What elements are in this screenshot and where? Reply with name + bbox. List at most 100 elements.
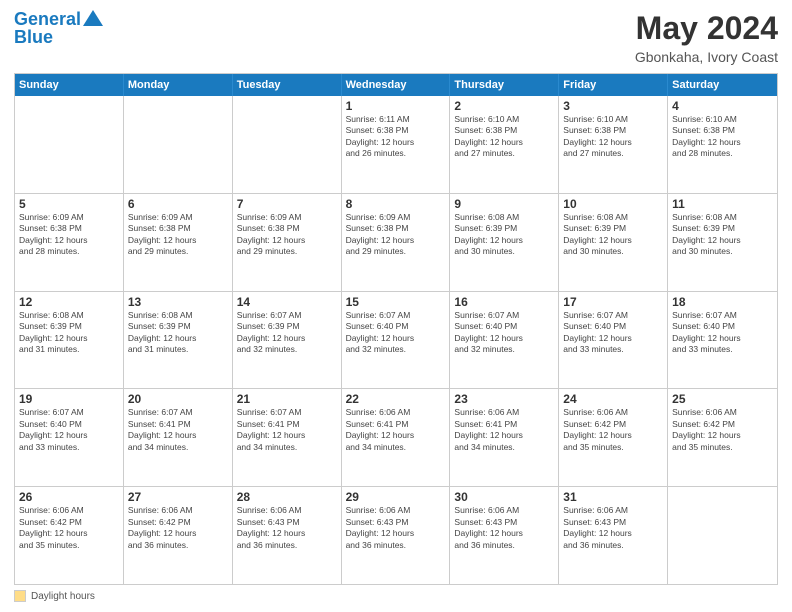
calendar-cell: 19Sunrise: 6:07 AM Sunset: 6:40 PM Dayli… <box>15 389 124 486</box>
day-number: 8 <box>346 197 446 211</box>
calendar-cell: 30Sunrise: 6:06 AM Sunset: 6:43 PM Dayli… <box>450 487 559 584</box>
day-number: 6 <box>128 197 228 211</box>
day-info: Sunrise: 6:06 AM Sunset: 6:42 PM Dayligh… <box>672 407 773 453</box>
calendar-week-3: 12Sunrise: 6:08 AM Sunset: 6:39 PM Dayli… <box>15 291 777 389</box>
day-info: Sunrise: 6:07 AM Sunset: 6:41 PM Dayligh… <box>128 407 228 453</box>
calendar-cell: 14Sunrise: 6:07 AM Sunset: 6:39 PM Dayli… <box>233 292 342 389</box>
day-number: 29 <box>346 490 446 504</box>
calendar-cell: 17Sunrise: 6:07 AM Sunset: 6:40 PM Dayli… <box>559 292 668 389</box>
calendar-cell <box>15 96 124 193</box>
calendar-cell: 1Sunrise: 6:11 AM Sunset: 6:38 PM Daylig… <box>342 96 451 193</box>
calendar-cell: 22Sunrise: 6:06 AM Sunset: 6:41 PM Dayli… <box>342 389 451 486</box>
calendar-week-1: 1Sunrise: 6:11 AM Sunset: 6:38 PM Daylig… <box>15 96 777 193</box>
calendar-cell: 10Sunrise: 6:08 AM Sunset: 6:39 PM Dayli… <box>559 194 668 291</box>
day-number: 30 <box>454 490 554 504</box>
calendar-cell: 21Sunrise: 6:07 AM Sunset: 6:41 PM Dayli… <box>233 389 342 486</box>
day-number: 12 <box>19 295 119 309</box>
weekday-header-saturday: Saturday <box>668 74 777 96</box>
calendar-cell: 15Sunrise: 6:07 AM Sunset: 6:40 PM Dayli… <box>342 292 451 389</box>
day-number: 21 <box>237 392 337 406</box>
day-number: 15 <box>346 295 446 309</box>
day-number: 4 <box>672 99 773 113</box>
calendar-cell: 24Sunrise: 6:06 AM Sunset: 6:42 PM Dayli… <box>559 389 668 486</box>
logo: General Blue <box>14 10 103 48</box>
day-info: Sunrise: 6:06 AM Sunset: 6:43 PM Dayligh… <box>346 505 446 551</box>
day-info: Sunrise: 6:10 AM Sunset: 6:38 PM Dayligh… <box>563 114 663 160</box>
day-info: Sunrise: 6:06 AM Sunset: 6:41 PM Dayligh… <box>346 407 446 453</box>
calendar-cell: 29Sunrise: 6:06 AM Sunset: 6:43 PM Dayli… <box>342 487 451 584</box>
calendar-cell: 12Sunrise: 6:08 AM Sunset: 6:39 PM Dayli… <box>15 292 124 389</box>
calendar-cell <box>124 96 233 193</box>
calendar-cell: 8Sunrise: 6:09 AM Sunset: 6:38 PM Daylig… <box>342 194 451 291</box>
calendar-cell: 28Sunrise: 6:06 AM Sunset: 6:43 PM Dayli… <box>233 487 342 584</box>
day-info: Sunrise: 6:09 AM Sunset: 6:38 PM Dayligh… <box>128 212 228 258</box>
calendar-cell: 7Sunrise: 6:09 AM Sunset: 6:38 PM Daylig… <box>233 194 342 291</box>
calendar-body: 1Sunrise: 6:11 AM Sunset: 6:38 PM Daylig… <box>15 96 777 584</box>
weekday-header-monday: Monday <box>124 74 233 96</box>
calendar-week-5: 26Sunrise: 6:06 AM Sunset: 6:42 PM Dayli… <box>15 486 777 584</box>
day-number: 9 <box>454 197 554 211</box>
calendar-cell <box>233 96 342 193</box>
calendar-cell: 3Sunrise: 6:10 AM Sunset: 6:38 PM Daylig… <box>559 96 668 193</box>
calendar-cell: 11Sunrise: 6:08 AM Sunset: 6:39 PM Dayli… <box>668 194 777 291</box>
calendar-cell: 25Sunrise: 6:06 AM Sunset: 6:42 PM Dayli… <box>668 389 777 486</box>
day-info: Sunrise: 6:06 AM Sunset: 6:43 PM Dayligh… <box>454 505 554 551</box>
daylight-dot <box>14 590 26 602</box>
day-number: 2 <box>454 99 554 113</box>
day-number: 23 <box>454 392 554 406</box>
day-info: Sunrise: 6:10 AM Sunset: 6:38 PM Dayligh… <box>454 114 554 160</box>
calendar-cell: 9Sunrise: 6:08 AM Sunset: 6:39 PM Daylig… <box>450 194 559 291</box>
weekday-header-sunday: Sunday <box>15 74 124 96</box>
day-info: Sunrise: 6:07 AM Sunset: 6:41 PM Dayligh… <box>237 407 337 453</box>
day-number: 13 <box>128 295 228 309</box>
day-info: Sunrise: 6:07 AM Sunset: 6:40 PM Dayligh… <box>672 310 773 356</box>
day-info: Sunrise: 6:07 AM Sunset: 6:40 PM Dayligh… <box>563 310 663 356</box>
day-number: 25 <box>672 392 773 406</box>
day-info: Sunrise: 6:06 AM Sunset: 6:42 PM Dayligh… <box>563 407 663 453</box>
day-number: 7 <box>237 197 337 211</box>
weekday-header-tuesday: Tuesday <box>233 74 342 96</box>
day-info: Sunrise: 6:06 AM Sunset: 6:43 PM Dayligh… <box>563 505 663 551</box>
day-info: Sunrise: 6:07 AM Sunset: 6:40 PM Dayligh… <box>19 407 119 453</box>
day-info: Sunrise: 6:09 AM Sunset: 6:38 PM Dayligh… <box>19 212 119 258</box>
location: Gbonkaha, Ivory Coast <box>635 49 778 65</box>
day-number: 20 <box>128 392 228 406</box>
calendar-cell: 16Sunrise: 6:07 AM Sunset: 6:40 PM Dayli… <box>450 292 559 389</box>
calendar-cell: 31Sunrise: 6:06 AM Sunset: 6:43 PM Dayli… <box>559 487 668 584</box>
weekday-header-thursday: Thursday <box>450 74 559 96</box>
weekday-header-wednesday: Wednesday <box>342 74 451 96</box>
day-number: 11 <box>672 197 773 211</box>
calendar-cell: 20Sunrise: 6:07 AM Sunset: 6:41 PM Dayli… <box>124 389 233 486</box>
day-info: Sunrise: 6:07 AM Sunset: 6:39 PM Dayligh… <box>237 310 337 356</box>
calendar-week-2: 5Sunrise: 6:09 AM Sunset: 6:38 PM Daylig… <box>15 193 777 291</box>
day-info: Sunrise: 6:06 AM Sunset: 6:42 PM Dayligh… <box>19 505 119 551</box>
weekday-header-friday: Friday <box>559 74 668 96</box>
day-info: Sunrise: 6:08 AM Sunset: 6:39 PM Dayligh… <box>563 212 663 258</box>
calendar-cell: 2Sunrise: 6:10 AM Sunset: 6:38 PM Daylig… <box>450 96 559 193</box>
header: General Blue May 2024 Gbonkaha, Ivory Co… <box>14 10 778 65</box>
day-info: Sunrise: 6:07 AM Sunset: 6:40 PM Dayligh… <box>454 310 554 356</box>
day-number: 3 <box>563 99 663 113</box>
day-number: 24 <box>563 392 663 406</box>
calendar-cell: 13Sunrise: 6:08 AM Sunset: 6:39 PM Dayli… <box>124 292 233 389</box>
calendar: SundayMondayTuesdayWednesdayThursdayFrid… <box>14 73 778 585</box>
day-info: Sunrise: 6:10 AM Sunset: 6:38 PM Dayligh… <box>672 114 773 160</box>
day-number: 17 <box>563 295 663 309</box>
day-info: Sunrise: 6:06 AM Sunset: 6:43 PM Dayligh… <box>237 505 337 551</box>
day-number: 31 <box>563 490 663 504</box>
day-number: 16 <box>454 295 554 309</box>
day-number: 14 <box>237 295 337 309</box>
day-info: Sunrise: 6:08 AM Sunset: 6:39 PM Dayligh… <box>128 310 228 356</box>
day-number: 28 <box>237 490 337 504</box>
day-number: 10 <box>563 197 663 211</box>
day-number: 26 <box>19 490 119 504</box>
calendar-cell: 27Sunrise: 6:06 AM Sunset: 6:42 PM Dayli… <box>124 487 233 584</box>
footer: Daylight hours <box>14 590 778 602</box>
day-info: Sunrise: 6:09 AM Sunset: 6:38 PM Dayligh… <box>237 212 337 258</box>
calendar-week-4: 19Sunrise: 6:07 AM Sunset: 6:40 PM Dayli… <box>15 388 777 486</box>
day-number: 22 <box>346 392 446 406</box>
day-info: Sunrise: 6:08 AM Sunset: 6:39 PM Dayligh… <box>19 310 119 356</box>
day-number: 1 <box>346 99 446 113</box>
calendar-cell: 23Sunrise: 6:06 AM Sunset: 6:41 PM Dayli… <box>450 389 559 486</box>
calendar-cell: 18Sunrise: 6:07 AM Sunset: 6:40 PM Dayli… <box>668 292 777 389</box>
